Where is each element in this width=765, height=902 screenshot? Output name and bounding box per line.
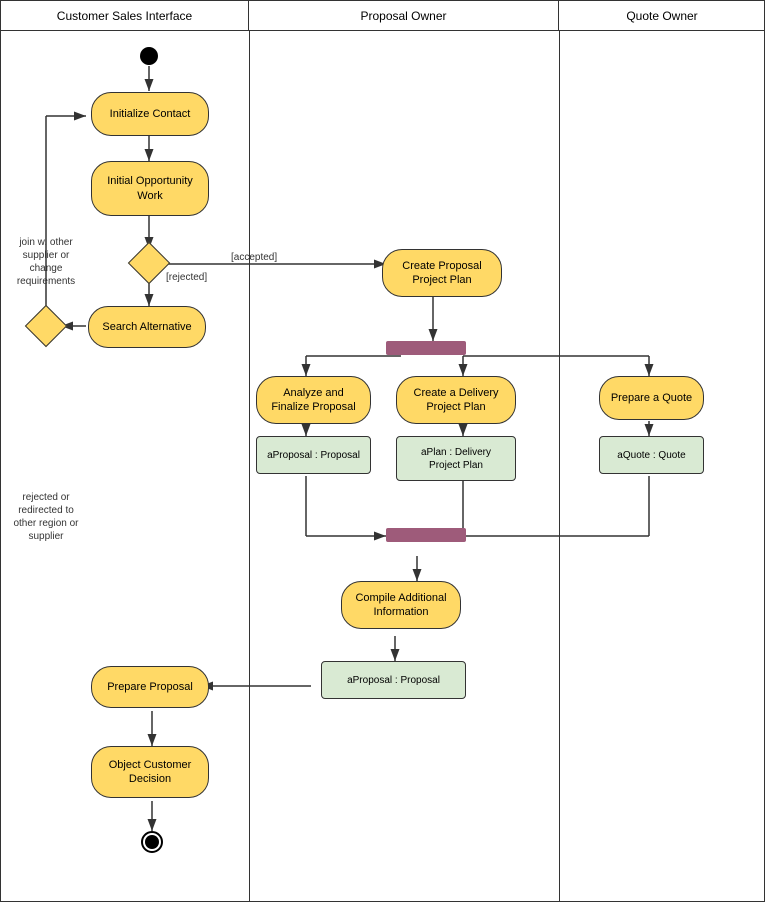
initial-opportunity-node: Initial Opportunity Work [91, 161, 209, 216]
aquote-node: aQuote : Quote [599, 436, 704, 474]
lane1-header: Customer Sales Interface [1, 1, 249, 31]
lane2-label: Proposal Owner [360, 9, 446, 23]
aproposal2-node: aProposal : Proposal [321, 661, 466, 699]
lane1-label: Customer Sales Interface [57, 9, 192, 23]
compile-additional-node: Compile Additional Information [341, 581, 461, 629]
fork-bar2 [386, 528, 466, 542]
lane-divider1 [249, 31, 250, 902]
fork-bar1 [386, 341, 466, 355]
lane-divider2 [559, 31, 560, 902]
diamond1-node [134, 248, 164, 278]
aproposal1-node: aProposal : Proposal [256, 436, 371, 474]
lane3-label: Quote Owner [626, 9, 697, 23]
diagram-container: Customer Sales Interface Proposal Owner … [0, 0, 765, 902]
initial-node [140, 47, 158, 65]
create-delivery-node: Create a Delivery Project Plan [396, 376, 516, 424]
rejected-label: [rejected] [166, 271, 207, 284]
search-alternative-node: Search Alternative [88, 306, 206, 348]
prepare-proposal-node: Prepare Proposal [91, 666, 209, 708]
join-annotation: join w. other supplier or change require… [6, 236, 86, 288]
final-node [141, 831, 163, 853]
diamond2-node [31, 311, 61, 341]
accepted-label: [accepted] [231, 251, 277, 264]
prepare-quote-node: Prepare a Quote [599, 376, 704, 420]
initialize-contact-node: Initialize Contact [91, 92, 209, 136]
lane3-header: Quote Owner [559, 1, 765, 31]
aplan-node: aPlan : Delivery Project Plan [396, 436, 516, 481]
lane2-header: Proposal Owner [249, 1, 559, 31]
create-proposal-plan-node: Create Proposal Project Plan [382, 249, 502, 297]
object-customer-node: Object Customer Decision [91, 746, 209, 798]
analyze-finalize-node: Analyze and Finalize Proposal [256, 376, 371, 424]
rejected-annotation: rejected or redirected to other region o… [6, 491, 86, 543]
